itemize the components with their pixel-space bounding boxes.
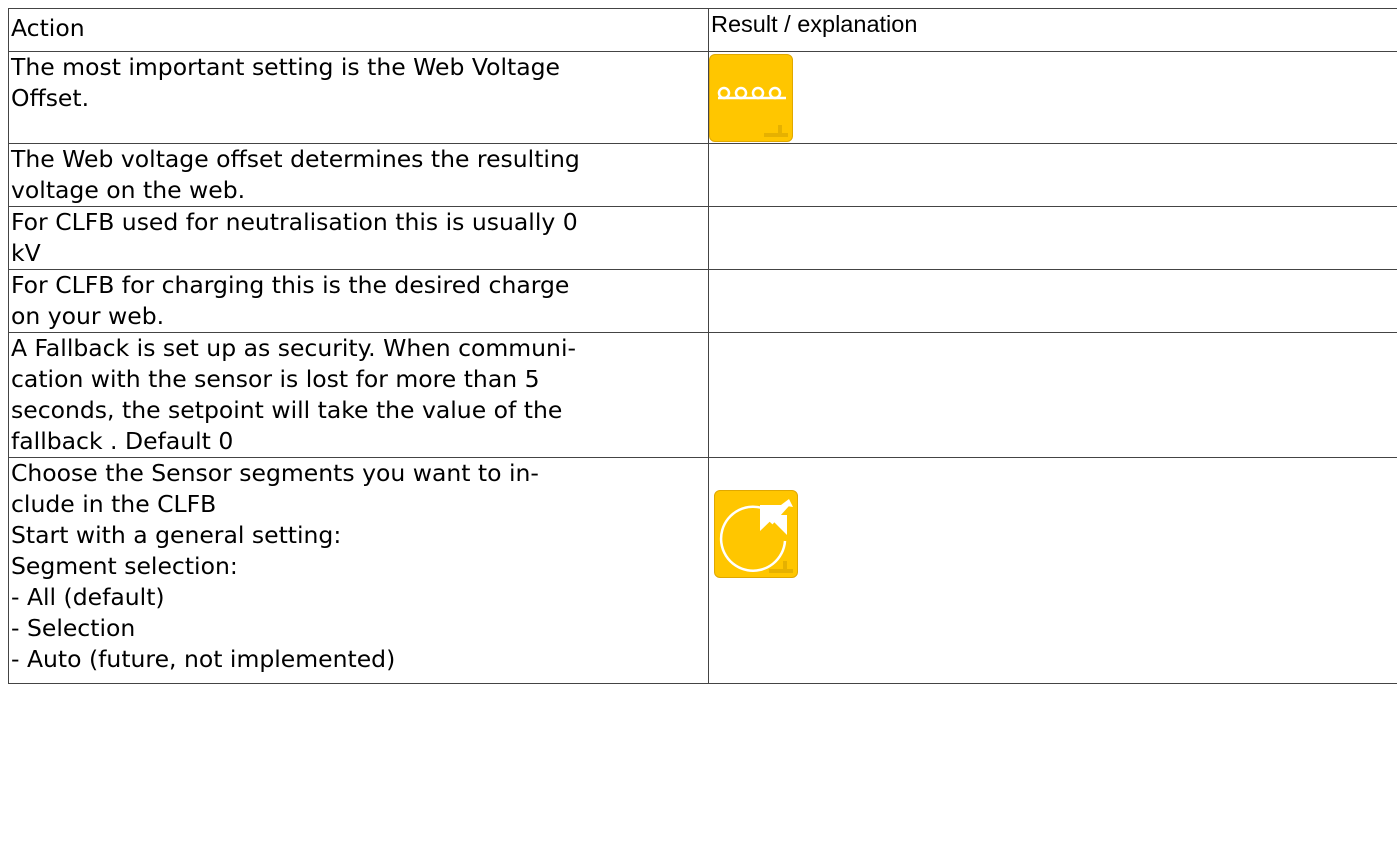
action-text: Choose the Sensor segments you want to i… bbox=[11, 459, 539, 487]
result-cell bbox=[708, 143, 1397, 207]
action-text: fallback . Default 0 bbox=[11, 427, 234, 455]
action-cell: Choose the Sensor segments you want to i… bbox=[8, 457, 709, 684]
result-cell bbox=[708, 457, 1397, 684]
table-row: For CLFB for charging this is the desire… bbox=[8, 269, 1397, 333]
header-result-label: Result / explanation bbox=[711, 11, 918, 37]
action-text: - Selection bbox=[11, 614, 136, 642]
action-cell: For CLFB for charging this is the desire… bbox=[8, 269, 709, 333]
action-text: The most important setting is the Web Vo… bbox=[11, 53, 561, 81]
action-text: clude in the CLFB bbox=[11, 490, 217, 518]
action-text: The Web voltage offset determines the re… bbox=[11, 145, 580, 173]
segment-selection-icon[interactable] bbox=[714, 490, 798, 578]
action-text: For CLFB for charging this is the desire… bbox=[11, 271, 570, 299]
action-cell: The Web voltage offset determines the re… bbox=[8, 143, 709, 207]
action-text: cation with the sensor is lost for more … bbox=[11, 365, 540, 393]
table-header-row: Action Result / explanation bbox=[8, 8, 1397, 52]
action-cell: A Fallback is set up as security. When c… bbox=[8, 332, 709, 458]
web-voltage-offset-icon[interactable] bbox=[709, 54, 793, 142]
action-text: - All (default) bbox=[11, 583, 165, 611]
table-row: Choose the Sensor segments you want to i… bbox=[8, 457, 1397, 684]
instruction-table: Action Result / explanation The most imp… bbox=[8, 8, 1397, 684]
action-text: A Fallback is set up as security. When c… bbox=[11, 334, 576, 362]
result-cell bbox=[708, 332, 1397, 458]
action-cell: For CLFB used for neutralisation this is… bbox=[8, 206, 709, 270]
result-cell bbox=[708, 206, 1397, 270]
table-row: The most important setting is the Web Vo… bbox=[8, 51, 1397, 144]
result-cell bbox=[708, 51, 1397, 144]
action-text: kV bbox=[11, 239, 41, 267]
table-row: A Fallback is set up as security. When c… bbox=[8, 332, 1397, 458]
result-cell bbox=[708, 269, 1397, 333]
table-row: For CLFB used for neutralisation this is… bbox=[8, 206, 1397, 270]
header-action-label: Action bbox=[11, 14, 85, 42]
action-text: Segment selection: bbox=[11, 552, 238, 580]
action-text: - Auto (future, not implemented) bbox=[11, 645, 396, 673]
action-text: seconds, the setpoint will take the valu… bbox=[11, 396, 563, 424]
table-row: The Web voltage offset determines the re… bbox=[8, 143, 1397, 207]
action-cell: The most important setting is the Web Vo… bbox=[8, 51, 709, 144]
header-result: Result / explanation bbox=[708, 8, 1397, 52]
action-text: Start with a general setting: bbox=[11, 521, 342, 549]
action-text: For CLFB used for neutralisation this is… bbox=[11, 208, 578, 236]
action-text: voltage on the web. bbox=[11, 176, 246, 204]
header-action: Action bbox=[8, 8, 709, 52]
action-text: Offset. bbox=[11, 84, 90, 112]
action-text: on your web. bbox=[11, 302, 165, 330]
